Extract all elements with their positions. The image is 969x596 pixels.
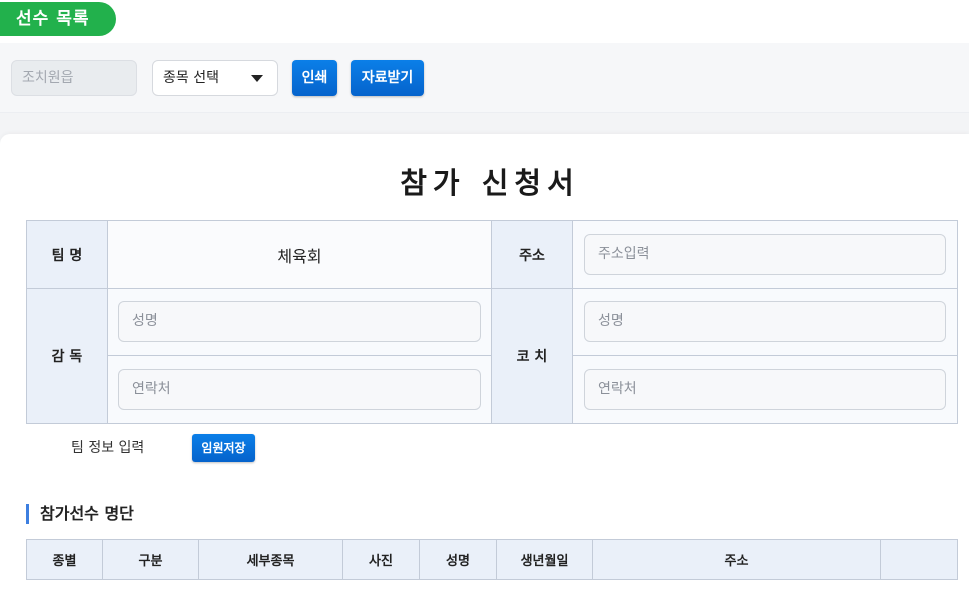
roster-header-actions	[880, 539, 958, 580]
address-label: 주소	[491, 220, 573, 289]
roster-header-name: 성명	[419, 539, 497, 580]
page-title: 선수 목록	[0, 2, 116, 36]
roster-header-photo: 사진	[342, 539, 420, 580]
roster-header-address: 주소	[592, 539, 881, 580]
region-field[interactable]: 조치원읍	[11, 60, 137, 96]
director-name-input[interactable]: 성명	[118, 301, 481, 342]
form-title: 참가 신청서	[400, 166, 580, 200]
address-input[interactable]: 주소입력	[584, 234, 946, 275]
toolbar: 조치원읍 종목 선택 인쇄 자료받기	[0, 43, 969, 113]
coach-name-input[interactable]: 성명	[584, 301, 946, 342]
application-form-card: 참가 신청서 팀 명 체육회 주소 주소입력 감 독 성명 연락처 코 치 성명…	[0, 134, 969, 596]
roster-header-birthdate: 생년월일	[496, 539, 593, 580]
download-button[interactable]: 자료받기	[351, 60, 424, 96]
director-contact-input[interactable]: 연락처	[118, 369, 481, 410]
director-label: 감 독	[26, 288, 108, 424]
coach-contact-input[interactable]: 연락처	[584, 369, 946, 410]
roster-title: 참가선수 명단	[26, 504, 134, 524]
event-select-label: 종목 선택	[163, 70, 219, 86]
roster-header-category: 종별	[26, 539, 103, 580]
caret-down-icon	[251, 75, 263, 82]
team-name-label: 팀 명	[26, 220, 108, 289]
print-button[interactable]: 인쇄	[292, 60, 337, 96]
event-select[interactable]: 종목 선택	[152, 60, 278, 96]
roster-header-division: 구분	[102, 539, 199, 580]
team-name-value: 체육회	[107, 220, 492, 289]
save-staff-button[interactable]: 임원저장	[192, 434, 255, 462]
coach-label: 코 치	[491, 288, 573, 424]
team-info-label: 팀 정보 입력	[71, 440, 145, 456]
top-strip	[0, 0, 969, 43]
roster-header-event: 세부종목	[198, 539, 343, 580]
